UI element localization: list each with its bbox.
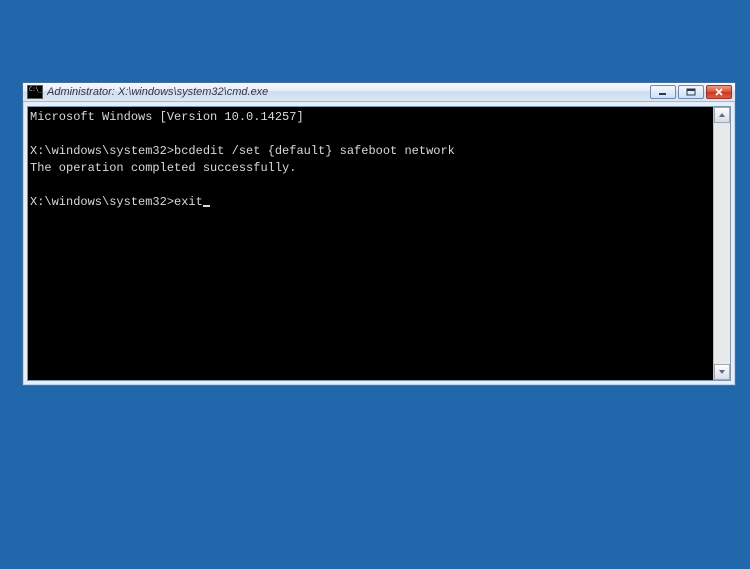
- maximize-button[interactable]: [678, 85, 704, 99]
- close-button[interactable]: [706, 85, 732, 99]
- console-line: X:\windows\system32>exit: [30, 195, 203, 209]
- cmd-icon: [27, 85, 43, 99]
- cmd-window: Administrator: X:\windows\system32\cmd.e…: [22, 82, 736, 386]
- window-title: Administrator: X:\windows\system32\cmd.e…: [47, 86, 650, 98]
- scroll-up-button[interactable]: [714, 107, 730, 123]
- console-output[interactable]: Microsoft Windows [Version 10.0.14257] X…: [28, 107, 713, 380]
- console-line: The operation completed successfully.: [30, 161, 296, 175]
- window-controls: [650, 85, 732, 99]
- client-area: Microsoft Windows [Version 10.0.14257] X…: [27, 106, 731, 381]
- text-cursor: [203, 205, 210, 207]
- vertical-scrollbar[interactable]: [713, 107, 730, 380]
- console-line: Microsoft Windows [Version 10.0.14257]: [30, 110, 304, 124]
- scroll-track[interactable]: [714, 123, 730, 364]
- minimize-button[interactable]: [650, 85, 676, 99]
- titlebar[interactable]: Administrator: X:\windows\system32\cmd.e…: [23, 83, 735, 102]
- console-line: X:\windows\system32>bcdedit /set {defaul…: [30, 144, 455, 158]
- scroll-down-button[interactable]: [714, 364, 730, 380]
